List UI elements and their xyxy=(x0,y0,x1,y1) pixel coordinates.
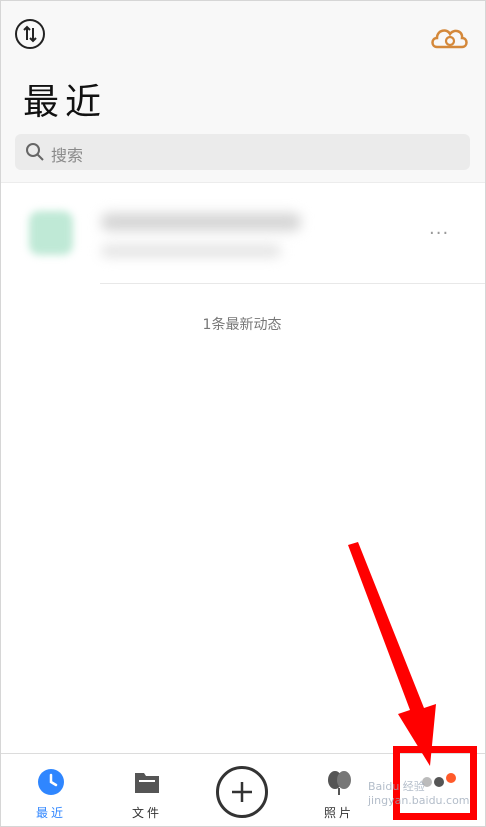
tab-label: 最近 xyxy=(35,806,66,820)
file-thumbnail xyxy=(29,211,73,255)
add-button[interactable] xyxy=(216,766,268,818)
blurred-subtitle xyxy=(101,245,281,257)
search-input[interactable]: 搜索 xyxy=(15,134,470,170)
activity-count-text: 1条最新动态 xyxy=(202,317,282,333)
sort-arrows-glyph xyxy=(23,25,37,43)
cloud-glyph xyxy=(431,29,468,49)
tab-label: 照片 xyxy=(323,806,354,820)
more-options-icon[interactable]: ··· xyxy=(429,223,449,244)
plus-circle-icon xyxy=(232,782,252,802)
watermark: Baidu 经验 jingyan.baidu.com xyxy=(368,780,470,807)
clock-icon xyxy=(38,769,64,795)
divider xyxy=(100,283,485,284)
list-item[interactable]: ··· xyxy=(1,183,485,283)
tab-label: 文件 xyxy=(131,806,162,820)
tab-photos[interactable]: 照片 xyxy=(309,762,369,822)
blurred-title xyxy=(101,213,301,231)
page-title: 最近 xyxy=(23,82,108,123)
header: 最近 搜索 xyxy=(1,1,485,182)
search-icon xyxy=(26,143,44,161)
cloud-icon[interactable] xyxy=(429,21,469,53)
sort-arrows-icon[interactable] xyxy=(15,19,45,49)
tab-recent[interactable]: 最近 xyxy=(21,762,81,822)
search-placeholder: 搜索 xyxy=(51,146,84,165)
red-arrow-annotation xyxy=(348,542,436,766)
photos-icon xyxy=(328,771,351,795)
folder-icon xyxy=(135,773,159,793)
tab-files[interactable]: 文件 xyxy=(117,762,177,822)
